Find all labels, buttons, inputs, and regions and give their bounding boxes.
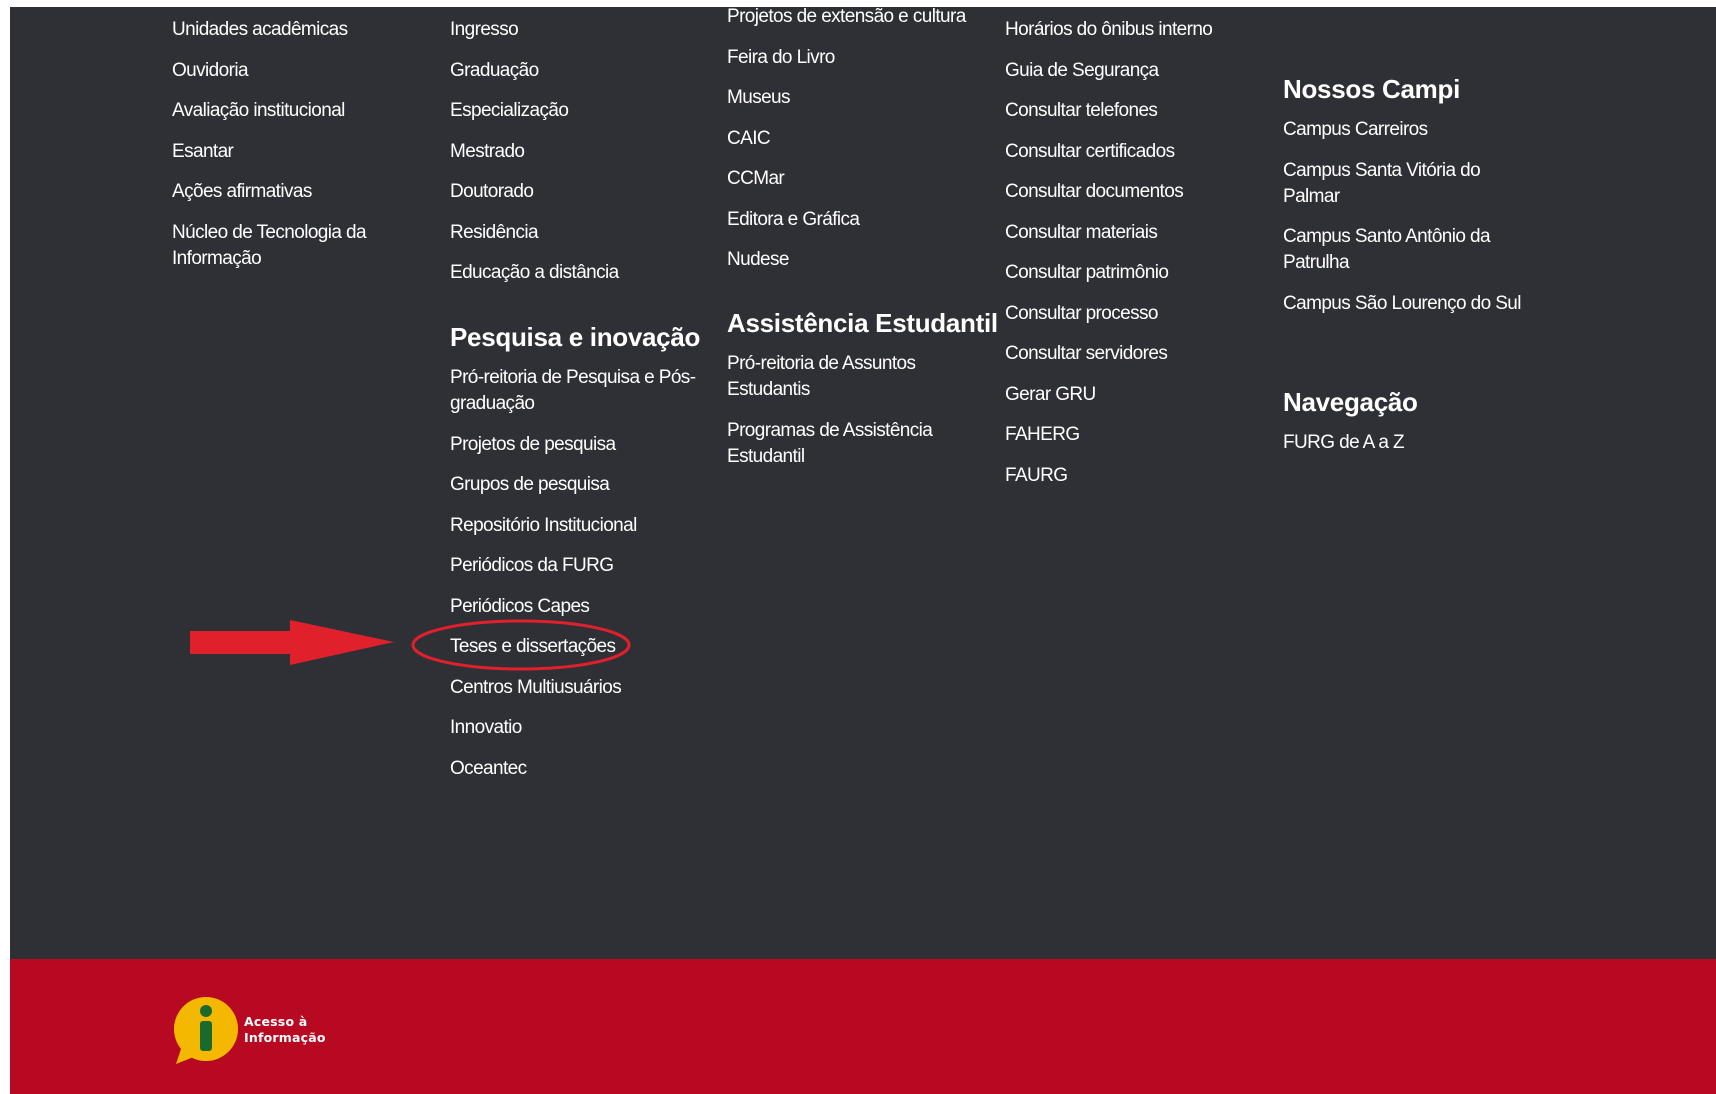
link-campus-sao-lourenco[interactable]: Campus São Lourenço do Sul [1283, 291, 1545, 317]
link-campus-carreiros[interactable]: Campus Carreiros [1283, 117, 1545, 143]
link-consultar-documentos[interactable]: Consultar documentos [1005, 179, 1267, 205]
link-consultar-patrimonio[interactable]: Consultar patrimônio [1005, 260, 1267, 286]
link-centros-multiusuarios[interactable]: Centros Multiusuários [450, 675, 712, 701]
link-programas-assistencia[interactable]: Programas de Assistência Estudantil [727, 418, 957, 470]
link-ouvidoria[interactable]: Ouvidoria [172, 58, 434, 84]
link-innovatio[interactable]: Innovatio [450, 715, 712, 741]
link-campus-santo-antonio[interactable]: Campus Santo Antônio da Patrulha [1283, 224, 1513, 276]
link-doutorado[interactable]: Doutorado [450, 179, 712, 205]
section-assistencia-estudantil: Assistência Estudantil Pró-reitoria de A… [727, 307, 998, 484]
link-consultar-materiais[interactable]: Consultar materiais [1005, 220, 1267, 246]
link-campus-santa-vitoria[interactable]: Campus Santa Vitória do Palmar [1283, 158, 1498, 210]
link-grupos-pesquisa[interactable]: Grupos de pesquisa [450, 472, 712, 498]
link-museus[interactable]: Museus [727, 85, 989, 111]
link-esantar[interactable]: Esantar [172, 139, 434, 165]
link-projetos-pesquisa[interactable]: Projetos de pesquisa [450, 432, 712, 458]
footer-bar: Acesso à Informação [10, 959, 1716, 1094]
link-oceantec[interactable]: Oceantec [450, 756, 712, 782]
link-especializacao[interactable]: Especialização [450, 98, 712, 124]
link-furg-a-z[interactable]: FURG de A a Z [1283, 430, 1545, 456]
column-ensino: Ingresso Graduação Especialização Mestra… [450, 17, 712, 301]
acesso-informacao-line2: Informação [244, 1030, 326, 1045]
link-guia-seguranca[interactable]: Guia de Segurança [1005, 58, 1267, 84]
acesso-informacao-label: Acesso à Informação [244, 1014, 326, 1046]
column-extensao: Projetos de extensão e cultura Feira do … [727, 4, 989, 288]
link-avaliacao-institucional[interactable]: Avaliação institucional [172, 98, 434, 124]
heading-pesquisa-inovacao: Pesquisa e inovação [450, 322, 701, 352]
link-unidades-academicas[interactable]: Unidades acadêmicas [172, 17, 434, 43]
column-servicos: Horários do ônibus interno Guia de Segur… [1005, 17, 1267, 503]
section-pesquisa-inovacao: Pesquisa e inovação Pró-reitoria de Pesq… [450, 321, 712, 796]
link-proreitoria-pesquisa[interactable]: Pró-reitoria de Pesquisa e Pós-graduação [450, 365, 712, 417]
link-graduacao[interactable]: Graduação [450, 58, 712, 84]
heading-assistencia-estudantil: Assistência Estudantil [727, 308, 998, 338]
section-navegacao: Navegação FURG de A a Z [1283, 386, 1545, 471]
footer-links-panel: Unidades acadêmicas Ouvidoria Avaliação … [10, 4, 1716, 1094]
link-proreitoria-assuntos-estudantis[interactable]: Pró-reitoria de Assuntos Estudantis [727, 351, 957, 403]
link-ccmar[interactable]: CCMar [727, 166, 989, 192]
link-horarios-onibus[interactable]: Horários do ônibus interno [1005, 17, 1267, 43]
link-faurg[interactable]: FAURG [1005, 463, 1267, 489]
info-icon [174, 997, 238, 1064]
heading-nossos-campi: Nossos Campi [1283, 74, 1461, 104]
column-institutional: Unidades acadêmicas Ouvidoria Avaliação … [172, 17, 434, 286]
link-repositorio-institucional[interactable]: Repositório Institucional [450, 513, 712, 539]
link-feira-livro[interactable]: Feira do Livro [727, 45, 989, 71]
link-mestrado[interactable]: Mestrado [450, 139, 712, 165]
link-periodicos-capes[interactable]: Periódicos Capes [450, 594, 712, 620]
acesso-informacao-logo[interactable]: Acesso à Informação [172, 996, 332, 1068]
link-educacao-distancia[interactable]: Educação a distância [450, 260, 712, 286]
link-consultar-servidores[interactable]: Consultar servidores [1005, 341, 1267, 367]
link-consultar-certificados[interactable]: Consultar certificados [1005, 139, 1267, 165]
link-residencia[interactable]: Residência [450, 220, 712, 246]
link-teses-dissertacoes[interactable]: Teses e dissertações [450, 634, 712, 660]
acesso-informacao-line1: Acesso à [244, 1014, 308, 1029]
link-periodicos-furg[interactable]: Periódicos da FURG [450, 553, 712, 579]
section-nossos-campi: Nossos Campi Campus Carreiros Campus San… [1283, 73, 1545, 331]
link-projetos-extensao[interactable]: Projetos de extensão e cultura [727, 4, 989, 30]
link-ingresso[interactable]: Ingresso [450, 17, 712, 43]
link-gerar-gru[interactable]: Gerar GRU [1005, 382, 1267, 408]
link-nucleo-tecnologia[interactable]: Núcleo de Tecnologia da Informação [172, 220, 392, 272]
link-acoes-afirmativas[interactable]: Ações afirmativas [172, 179, 434, 205]
link-faherg[interactable]: FAHERG [1005, 422, 1267, 448]
link-caic[interactable]: CAIC [727, 126, 989, 152]
link-consultar-processo[interactable]: Consultar processo [1005, 301, 1267, 327]
heading-navegacao: Navegação [1283, 387, 1418, 417]
link-nudese[interactable]: Nudese [727, 247, 989, 273]
link-editora-grafica[interactable]: Editora e Gráfica [727, 207, 989, 233]
link-consultar-telefones[interactable]: Consultar telefones [1005, 98, 1267, 124]
